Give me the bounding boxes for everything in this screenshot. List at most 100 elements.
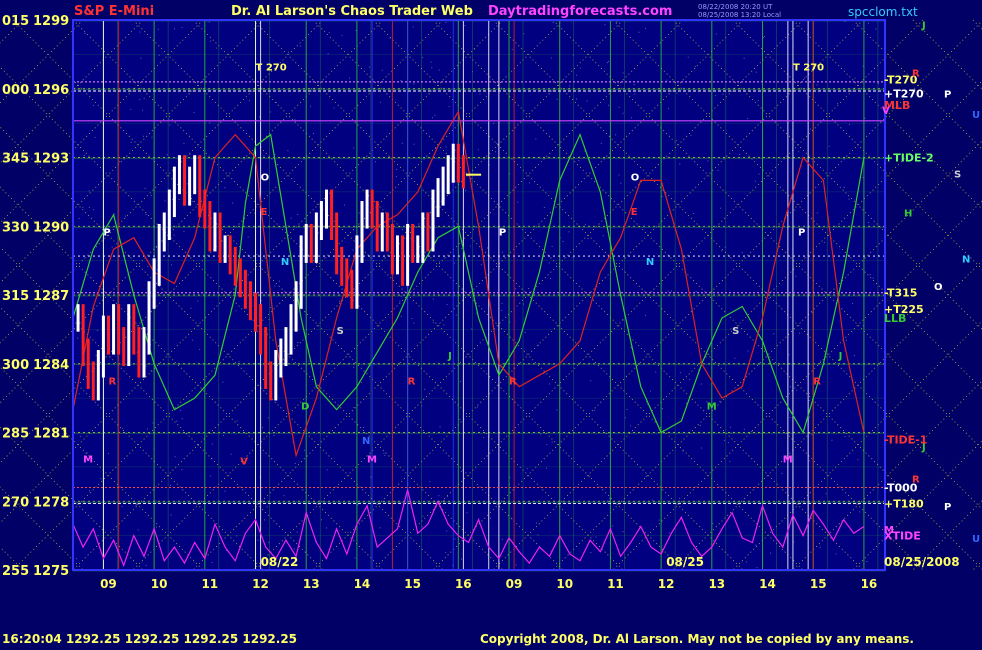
star-dot [811,312,813,314]
star-dot [209,40,211,42]
star-dot [602,235,604,237]
star-dot [326,469,328,471]
far-right-label: R [912,474,920,485]
star-dot [719,400,721,402]
star-dot [511,48,513,50]
price-bar [208,201,212,252]
star-dot [432,298,434,300]
star-dot [293,548,295,550]
star-dot [661,195,663,197]
planet-label: N [362,436,370,447]
far-right-label: M [884,525,894,536]
star-dot [494,151,496,153]
star-dot [111,246,113,248]
star-dot [308,360,310,362]
star-dot [835,553,837,555]
x-tick-hour: 15 [810,577,827,591]
star-dot [310,105,312,107]
star-dot [679,497,681,499]
star-dot [689,379,691,381]
x-tick-hour: 16 [455,577,472,591]
star-dot [756,567,758,569]
star-dot [454,180,456,182]
star-dot [412,26,414,28]
star-dot [820,360,822,362]
timestamp-ut: 08/22/2008 20:20 UT [698,3,773,11]
planet-label: R [509,376,517,387]
price-bar [157,223,161,286]
star-dot [631,117,633,119]
y-tick-code: 270 [2,495,29,510]
price-bar [426,212,430,252]
copyright: Copyright 2008, Dr. Al Larson. May not b… [480,632,914,646]
star-dot [413,322,415,324]
star-dot [438,69,440,71]
star-dot [755,71,757,73]
star-dot [353,147,355,149]
star-dot [375,161,377,163]
star-dot [569,85,571,87]
star-dot [384,454,386,456]
y-tick-price: 1278 [33,495,69,510]
star-dot [823,241,825,243]
star-dot [268,541,270,543]
star-dot [645,28,647,30]
star-dot [192,201,194,203]
star-dot [156,526,158,528]
y-tick-price: 1293 [33,152,69,167]
star-dot [156,269,158,271]
star-dot [661,408,663,410]
star-dot [176,420,178,422]
star-dot [197,445,199,447]
star-dot [803,77,805,79]
star-dot [193,112,195,114]
star-dot [78,217,80,219]
star-dot [95,354,97,356]
planet-label: P [499,227,506,238]
price-bar [330,189,334,240]
star-dot [720,207,722,209]
star-dot [859,511,861,513]
last-quote: 16:20:04 1292.25 1292.25 1292.25 1292.25 [2,632,298,646]
star-dot [645,314,647,316]
star-dot [483,437,485,439]
star-dot [624,417,626,419]
price-bar [112,304,116,355]
star-dot [183,230,185,232]
star-dot [438,495,440,497]
far-right-label: P [944,502,951,513]
price-bar [137,327,141,378]
star-dot [145,213,147,215]
star-dot [630,347,632,349]
star-dot [794,209,796,211]
site-link[interactable]: Daytradingforecasts.com [488,4,672,19]
price-bar [248,281,252,321]
star-dot [721,250,723,252]
star-dot [549,383,551,385]
star-dot [526,468,528,470]
star-dot [339,300,341,302]
star-dot [147,266,149,268]
star-dot [135,504,137,506]
star-dot [857,24,859,26]
far-right-label: U [972,534,980,545]
x-tick-hour: 14 [354,577,371,591]
price-bar [274,350,278,401]
star-dot [556,409,558,411]
star-dot [438,261,440,263]
price-bar [172,166,176,218]
x-tick-hour: 13 [708,577,725,591]
star-dot [166,154,168,156]
star-dot [808,416,810,418]
star-dot [238,361,240,363]
price-bar [360,201,364,263]
y-tick-code: 345 [2,152,29,167]
star-dot [143,97,145,99]
star-dot [649,390,651,392]
y-tick-price: 1299 [33,14,69,29]
price-bar [451,143,455,183]
star-dot [528,182,530,184]
star-dot [717,169,719,171]
star-dot [96,330,98,332]
planet-label: P [798,227,805,238]
